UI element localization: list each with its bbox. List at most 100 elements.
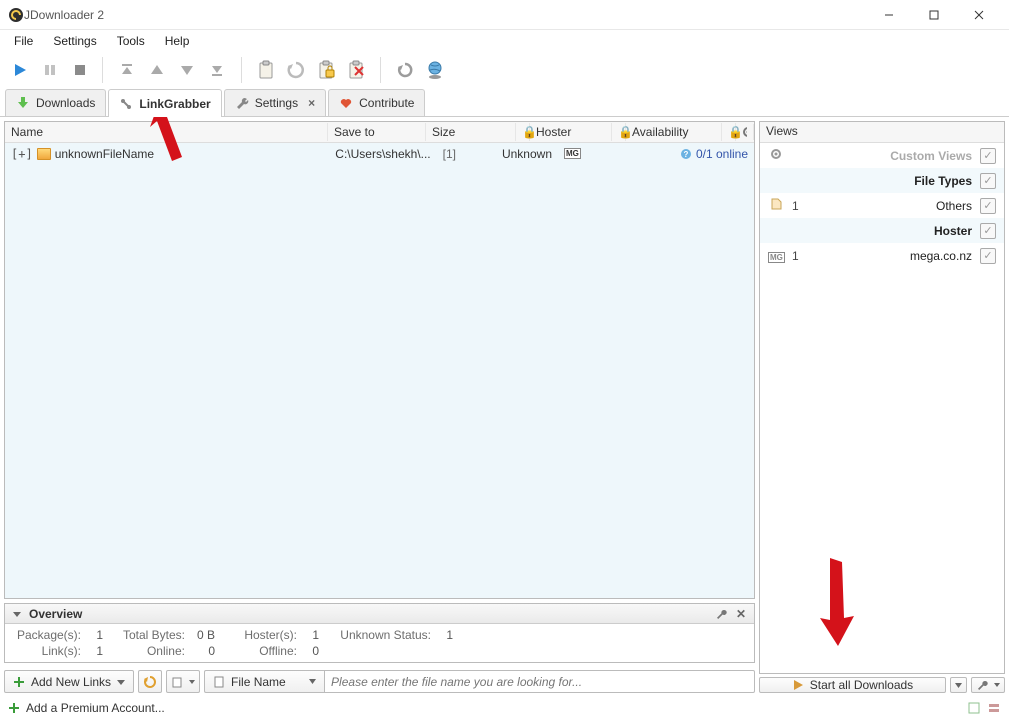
col-saveto[interactable]: Save to xyxy=(328,123,426,141)
tab-contribute[interactable]: Contribute xyxy=(328,89,425,116)
clipboard-cancel-button[interactable] xyxy=(342,56,370,84)
tab-linkgrabber[interactable]: LinkGrabber xyxy=(108,89,221,117)
table-row[interactable]: [+] unknownFileName C:\Users\shekh\... [… xyxy=(5,143,754,164)
file-types-checkbox[interactable]: ✓ xyxy=(980,173,996,189)
menu-help[interactable]: Help xyxy=(155,32,200,50)
close-button[interactable] xyxy=(956,0,1001,30)
grid-header: Name Save to Size 🔒 Hoster 🔒 Availabilit… xyxy=(5,122,754,143)
views-title: Views xyxy=(760,122,1004,143)
col-settings-button[interactable] xyxy=(736,124,754,140)
col-hoster[interactable]: Hoster xyxy=(530,123,612,141)
views-hoster-header[interactable]: Hoster ✓ xyxy=(760,218,1004,243)
start-all-dropdown[interactable] xyxy=(950,677,967,693)
globe-button[interactable] xyxy=(421,56,449,84)
grid-body[interactable]: [+] unknownFileName C:\Users\shekh\... [… xyxy=(5,143,754,598)
gear-icon xyxy=(768,148,784,163)
collapse-icon[interactable] xyxy=(11,608,23,620)
links-label: Link(s): xyxy=(11,644,81,658)
views-filetypes-header[interactable]: File Types ✓ xyxy=(760,168,1004,193)
svg-text:?: ? xyxy=(684,150,689,159)
views-mega-row[interactable]: MG 1 mega.co.nz ✓ xyxy=(760,243,1004,268)
menu-tools[interactable]: Tools xyxy=(107,32,155,50)
tab-bar: Downloads LinkGrabber Settings × Contrib… xyxy=(0,88,1009,117)
paste-dropdown-button[interactable] xyxy=(166,670,200,693)
left-bottombar: Add New Links File Name xyxy=(4,667,755,693)
refresh-button[interactable] xyxy=(391,56,419,84)
overview-title: Overview xyxy=(29,607,82,621)
move-bottom-button[interactable] xyxy=(203,56,231,84)
reconnect-button[interactable] xyxy=(282,56,310,84)
chevron-down-icon xyxy=(309,678,316,685)
chevron-down-icon xyxy=(117,678,125,686)
col-hoster-lock-icon[interactable]: 🔒 xyxy=(612,123,626,141)
hoster-badge: MG xyxy=(564,148,581,159)
app-icon xyxy=(8,7,24,23)
plus-icon xyxy=(8,702,20,714)
maximize-button[interactable] xyxy=(911,0,956,30)
tray-icon-2[interactable] xyxy=(987,701,1001,715)
views-panel: Views Custom Views ✓ File Types ✓ xyxy=(759,121,1005,674)
others-label: Others xyxy=(812,199,972,213)
move-down-button[interactable] xyxy=(173,56,201,84)
pause-button[interactable] xyxy=(36,56,64,84)
window-title: JDownloader 2 xyxy=(24,8,104,22)
stop-button[interactable] xyxy=(66,56,94,84)
filename-filter-input[interactable] xyxy=(324,670,755,693)
wrench-icon xyxy=(715,608,727,620)
others-checkbox[interactable]: ✓ xyxy=(980,198,996,214)
col-size-lock-icon[interactable]: 🔒 xyxy=(516,123,530,141)
add-premium-link[interactable]: Add a Premium Account... xyxy=(26,701,165,715)
links-value: 1 xyxy=(83,644,103,658)
availability-value: 0/1 online xyxy=(696,147,748,161)
move-top-button[interactable] xyxy=(113,56,141,84)
paste-icon xyxy=(171,676,183,688)
start-all-button[interactable]: Start all Downloads xyxy=(759,677,946,693)
item-count: [1] xyxy=(443,147,456,161)
menu-file[interactable]: File xyxy=(4,32,43,50)
chevron-down-icon xyxy=(994,682,1000,688)
custom-views-checkbox[interactable]: ✓ xyxy=(980,148,996,164)
add-new-links-button[interactable]: Add New Links xyxy=(4,670,134,693)
tab-settings-close[interactable]: × xyxy=(308,96,315,110)
views-custom-row[interactable]: Custom Views ✓ xyxy=(760,143,1004,168)
tab-downloads[interactable]: Downloads xyxy=(5,89,106,116)
expand-icon[interactable]: [+] xyxy=(11,147,33,161)
col-size[interactable]: Size xyxy=(426,123,516,141)
minimize-button[interactable] xyxy=(866,0,911,30)
overview-close-button[interactable]: ✕ xyxy=(734,607,748,621)
file-icon xyxy=(768,197,784,214)
tab-contribute-label: Contribute xyxy=(359,96,414,110)
right-tools-button[interactable] xyxy=(971,677,1005,693)
hosters-label: Hoster(s): xyxy=(227,628,297,642)
unknown-value: 1 xyxy=(433,628,453,642)
linkgrabber-icon xyxy=(119,97,133,111)
col-name[interactable]: Name xyxy=(5,123,328,141)
question-icon: ? xyxy=(680,148,692,160)
tray-icon-1[interactable] xyxy=(967,701,981,715)
views-others-row[interactable]: 1 Others ✓ xyxy=(760,193,1004,218)
clipboard-button[interactable] xyxy=(252,56,280,84)
restore-button[interactable] xyxy=(138,670,162,693)
plus-icon xyxy=(13,676,25,688)
hoster-checkbox[interactable]: ✓ xyxy=(980,223,996,239)
packages-label: Package(s): xyxy=(11,628,81,642)
others-count: 1 xyxy=(792,199,804,213)
hoster-header-label: Hoster xyxy=(812,224,972,238)
mega-checkbox[interactable]: ✓ xyxy=(980,248,996,264)
col-avail-lock-icon[interactable]: 🔒 xyxy=(722,123,736,141)
menu-settings[interactable]: Settings xyxy=(43,32,106,50)
file-types-label: File Types xyxy=(812,174,972,188)
gear-icon xyxy=(742,126,747,138)
play-button[interactable] xyxy=(6,56,34,84)
online-label: Online: xyxy=(115,644,185,658)
chevron-down-icon xyxy=(189,679,195,685)
footer: Add a Premium Account... xyxy=(0,697,1009,719)
link-grid-panel: Name Save to Size 🔒 Hoster 🔒 Availabilit… xyxy=(4,121,755,599)
clipboard-lock-button[interactable] xyxy=(312,56,340,84)
col-availability[interactable]: Availability xyxy=(626,123,722,141)
filename-filter-label[interactable]: File Name xyxy=(204,670,324,693)
tab-settings[interactable]: Settings × xyxy=(224,89,326,116)
move-up-button[interactable] xyxy=(143,56,171,84)
package-icon xyxy=(37,148,51,160)
overview-settings-button[interactable] xyxy=(714,607,728,621)
